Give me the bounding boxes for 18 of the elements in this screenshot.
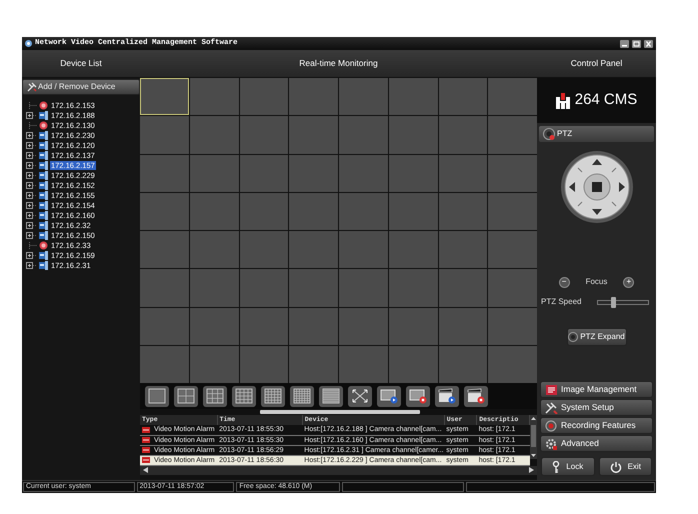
ptz-bar[interactable]: PTZ — [539, 126, 654, 142]
ptz-expand-button[interactable]: PTZ Expand — [566, 328, 626, 346]
focus-plus-button[interactable]: + — [623, 276, 634, 288]
menu-button[interactable]: Advanced — [540, 435, 653, 452]
focus-minus-button[interactable]: − — [558, 276, 570, 288]
logo-text: 264 CMS — [574, 90, 638, 110]
menu-button[interactable]: Recording Features — [540, 417, 653, 434]
panel-title: Device List — [22, 50, 140, 78]
menu-button[interactable]: System Setup — [540, 399, 653, 416]
ptz-label: PTZ — [557, 128, 572, 140]
panel-title: Real-time Monitoring — [140, 50, 537, 78]
add-remove-device-button[interactable]: Add / Remove Device — [22, 79, 140, 95]
menu-button[interactable]: Image Management — [540, 381, 653, 398]
lock-button[interactable]: Lock — [541, 457, 594, 476]
speed-label: PTZ Speed — [541, 296, 582, 308]
exit-button[interactable]: Exit — [598, 457, 652, 476]
panel-title: Control Panel — [537, 50, 656, 78]
focus-label: Focus — [586, 276, 608, 288]
